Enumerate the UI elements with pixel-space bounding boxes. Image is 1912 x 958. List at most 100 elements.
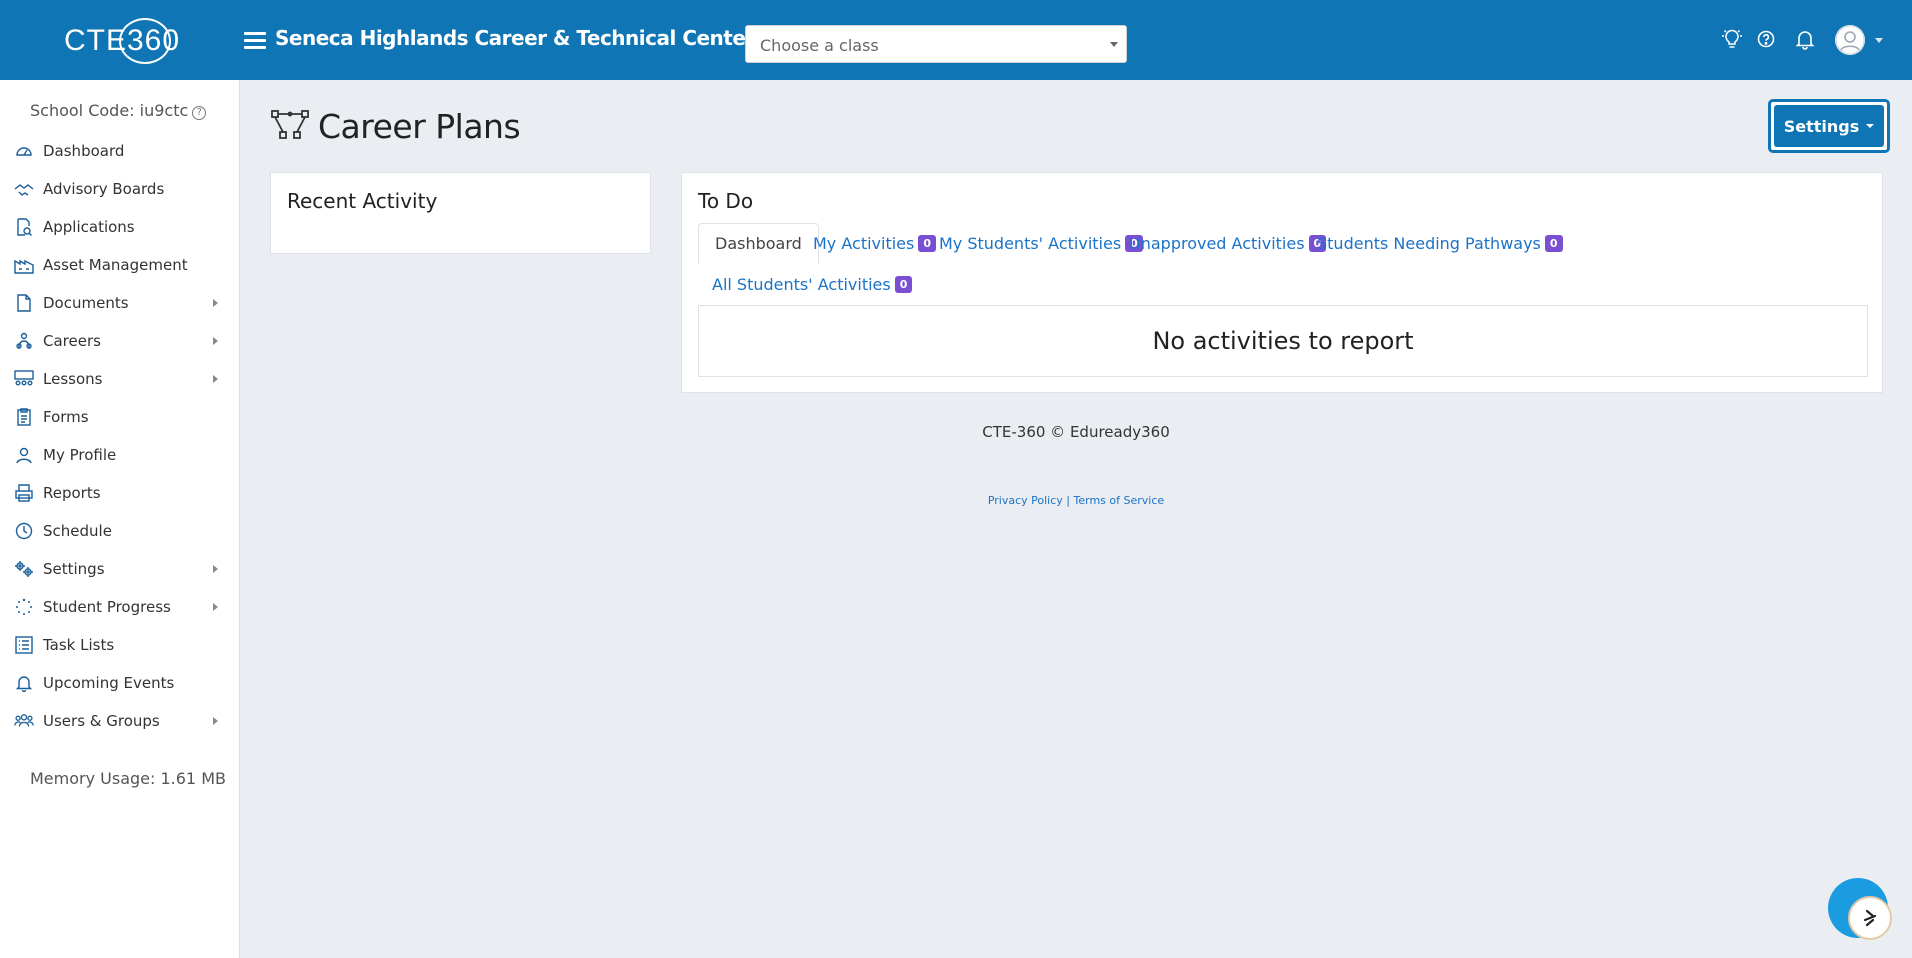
tab-my-students-activities[interactable]: My Students' Activities 0 [939,223,1143,264]
recent-activity-title: Recent Activity [287,189,438,213]
help-icon[interactable]: ? [192,106,207,120]
todo-tab-panel: No activities to report [698,305,1868,377]
class-select-placeholder: Choose a class [760,36,879,55]
tab-my-activities[interactable]: My Activities 0 [813,223,937,264]
sidebar-item-lessons[interactable]: Lessons [0,360,240,398]
chat-icon [1848,896,1892,940]
help-icon[interactable] [1755,28,1777,50]
sidebar-item-schedule[interactable]: Schedule [0,512,240,550]
page-title: Career Plans [318,106,521,146]
footer-links: Privacy Policy | Terms of Service [0,494,1912,507]
warehouse-icon [14,255,34,275]
sidebar-item-advisory-boards[interactable]: Advisory Boards [0,170,240,208]
dashboard-icon [14,141,34,161]
clock-icon [14,521,34,541]
users-icon [14,711,34,731]
sidebar-item-dashboard[interactable]: Dashboard [0,132,240,170]
count-badge: 0 [894,276,913,293]
tab-label: All Students' Activities [712,275,891,294]
terms-of-service-link[interactable]: Terms of Service [1074,494,1165,507]
sidebar: School Code: iu9ctc? Dashboard Advisory B… [0,80,240,958]
todo-title: To Do [698,189,754,213]
chevron-right-icon [213,603,218,611]
sidebar-item-label: Task Lists [43,636,115,654]
sidebar-item-label: Advisory Boards [43,180,165,198]
footer-separator: | [1066,494,1071,507]
footer-copyright: CTE-360 © Eduready360 [982,423,1170,441]
profile-icon [14,445,34,465]
sidebar-item-label: Settings [43,560,105,578]
top-navbar: CTE360 Seneca Highlands Career & Technic… [0,0,1912,80]
sidebar-item-label: Lessons [43,370,103,388]
class-select[interactable]: Choose a class [745,25,1127,63]
tab-label: Students Needing Pathways [1317,234,1541,253]
sidebar-item-careers[interactable]: Careers [0,322,240,360]
lightbulb-icon[interactable] [1721,28,1743,50]
handshake-icon [14,179,34,199]
chevron-right-icon [213,375,218,383]
recent-activity-card: Recent Activity [270,172,651,254]
sidebar-item-asset-management[interactable]: Asset Management [0,246,240,284]
sidebar-item-label: Users & Groups [43,712,160,730]
count-badge: 0 [918,235,937,252]
tab-label: Unapproved Activities [1129,234,1305,253]
bell-icon[interactable] [1794,28,1816,50]
sidebar-item-label: My Profile [43,446,117,464]
list-icon [14,635,34,655]
tab-label: My Activities [813,234,915,253]
sidebar-item-label: Upcoming Events [43,674,175,692]
sidebar-item-my-profile[interactable]: My Profile [0,436,240,474]
tab-label: Dashboard [715,234,802,253]
sidebar-item-applications[interactable]: Applications [0,208,240,246]
tab-all-students-activities[interactable]: All Students' Activities 0 [712,264,913,305]
tab-label: My Students' Activities [939,234,1122,253]
sidebar-item-label: Dashboard [43,142,125,160]
document-icon [14,293,34,313]
sidebar-item-student-progress[interactable]: Student Progress [0,588,240,626]
memory-usage: Memory Usage: 1.61 MB [30,769,226,788]
chat-widget-button[interactable] [1828,878,1892,940]
careers-icon [14,331,34,351]
privacy-policy-link[interactable]: Privacy Policy [988,494,1063,507]
empty-message: No activities to report [1152,327,1414,355]
chevron-right-icon [213,299,218,307]
chevron-down-icon [1866,124,1875,128]
count-badge: 0 [1544,235,1563,252]
page-header: Career Plans [270,106,521,146]
settings-dropdown-button[interactable]: Settings [1768,99,1890,153]
file-search-icon [14,217,34,237]
sidebar-item-label: Schedule [43,522,112,540]
career-plans-icon [270,108,310,144]
school-code-text: School Code: iu9ctc [30,101,189,120]
bell-icon [14,673,34,693]
school-code: School Code: iu9ctc? [30,101,207,120]
logo-ring [119,18,171,64]
cte360-logo[interactable]: CTE360 [62,18,182,64]
sidebar-item-users-groups[interactable]: Users & Groups [0,702,240,740]
chevron-right-icon [213,717,218,725]
sidebar-item-task-lists[interactable]: Task Lists [0,626,240,664]
todo-card: To Do Dashboard My Activities 0 My Students… [681,172,1883,393]
sidebar-item-documents[interactable]: Documents [0,284,240,322]
sidebar-item-label: Documents [43,294,129,312]
tab-dashboard[interactable]: Dashboard [698,223,819,264]
sidebar-item-settings[interactable]: Settings [0,550,240,588]
lessons-icon [14,369,34,389]
tab-students-needing-pathways[interactable]: Students Needing Pathways 0 [1317,223,1563,264]
sidebar-item-label: Asset Management [43,256,188,274]
menu-toggle-icon[interactable] [244,32,266,50]
chevron-right-icon [213,565,218,573]
user-avatar-icon[interactable] [1835,25,1865,55]
chevron-down-icon [1110,42,1118,47]
gears-icon [14,559,34,579]
chevron-right-icon [213,337,218,345]
settings-button-label: Settings [1783,116,1860,136]
org-title: Seneca Highlands Career & Technical Cent… [275,26,755,50]
user-menu-caret-icon[interactable] [1875,38,1883,43]
tab-unapproved-activities[interactable]: Unapproved Activities 0 [1129,223,1327,264]
progress-icon [14,597,34,617]
sidebar-item-label: Applications [43,218,135,236]
sidebar-item-label: Careers [43,332,101,350]
sidebar-item-upcoming-events[interactable]: Upcoming Events [0,664,240,702]
sidebar-item-label: Student Progress [43,598,171,616]
